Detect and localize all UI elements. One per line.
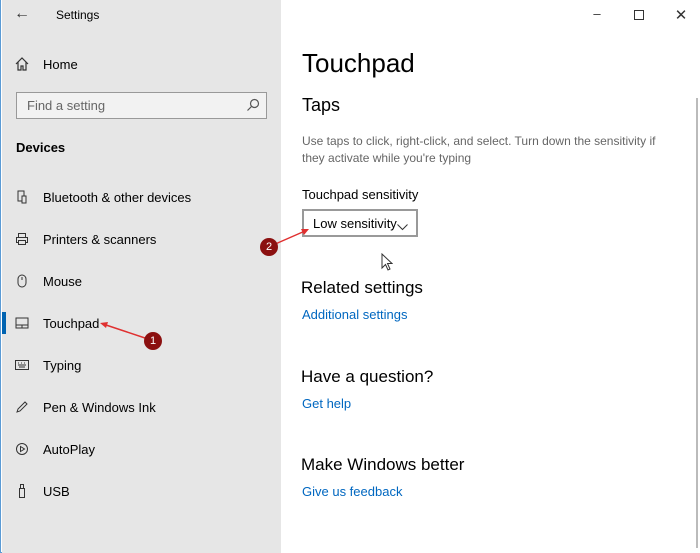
annotation-badge-2: 2 xyxy=(260,238,278,256)
annotation-arrow-1 xyxy=(102,323,149,340)
annotation-arrow-2 xyxy=(272,230,306,246)
settings-window: ← Settings Home Find a setting Devices B… xyxy=(0,0,700,553)
annotation-arrowhead-1 xyxy=(100,322,108,328)
annotation-badge-1: 1 xyxy=(144,332,162,350)
annotation-arrows xyxy=(100,229,309,340)
